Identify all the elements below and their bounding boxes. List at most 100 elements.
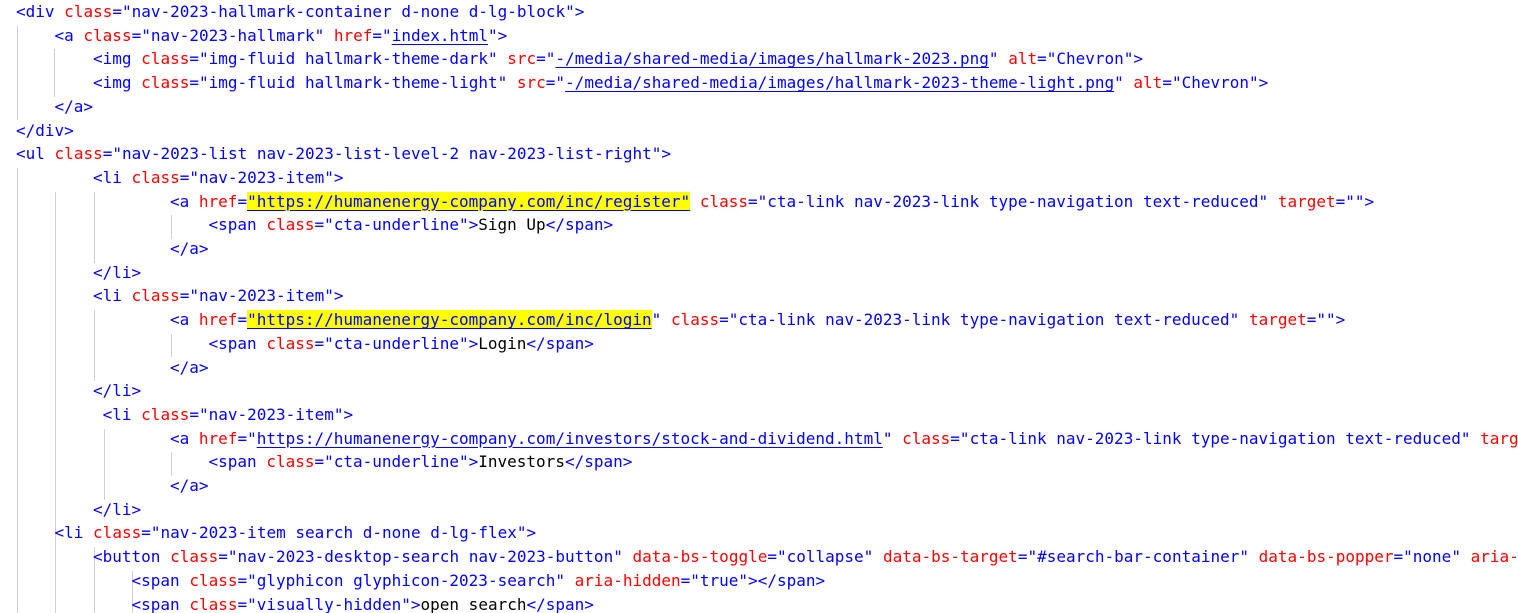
code-token-tag: ">	[324, 286, 344, 306]
code-token-hl[interactable]: "https://humanenergy-company.com/inc/log…	[247, 310, 652, 330]
code-token-tag: ="	[179, 286, 199, 306]
code-token-attr: class	[670, 310, 720, 330]
code-viewer[interactable]: <div class="nav-2023-hallmark-container …	[0, 0, 1518, 613]
code-token-tag: <img	[93, 73, 132, 93]
code-token-tag: ="	[141, 523, 161, 543]
code-line: <img class="img-fluid hallmark-theme-lig…	[93, 71, 1518, 95]
code-token-attr: class	[93, 523, 142, 543]
code-token-tag: </div>	[16, 120, 74, 140]
code-token-tag: ="	[237, 570, 257, 590]
code-token-val: cta-link nav-2023-link type-navigation t…	[767, 191, 1259, 211]
code-token-hl[interactable]: "https://humanenergy-company.com/inc/reg…	[247, 191, 691, 211]
code-token-tag: "	[863, 547, 874, 567]
code-token-tag: ="">	[1335, 191, 1375, 211]
code-token-tag: ">	[458, 215, 479, 235]
code-token-tag: "	[988, 49, 999, 69]
code-token-tag: ="	[680, 570, 700, 590]
code-token-tag: ="	[237, 428, 257, 448]
code-token-tag: ="">	[1306, 310, 1346, 330]
code-token-tag: </li>	[93, 499, 142, 519]
code-token-tag: </span>	[545, 215, 614, 235]
code-token-val: none	[1412, 547, 1452, 567]
code-token-tag: </a>	[170, 476, 209, 495]
code-line: <span class="cta-underline">Login</span>	[209, 332, 1518, 356]
code-token-tag: ="	[314, 333, 334, 353]
code-token-val: nav-2023-hallmark-container d-none d-lg-…	[131, 2, 566, 21]
code-line: <span class="cta-underline">Sign Up</spa…	[209, 213, 1518, 237]
code-token-tag: <span	[208, 333, 257, 353]
code-token-tag: ="	[372, 25, 392, 45]
code-token-tag: ="	[314, 452, 334, 472]
code-token-attr: class	[266, 215, 315, 235]
code-line: <a href="https://humanenergy-company.com…	[170, 427, 1518, 451]
code-token-tag: ="	[950, 428, 970, 448]
code-token-val: nav-2023-item	[198, 286, 325, 306]
code-token-val: #search-bar-container	[1037, 547, 1240, 567]
code-token-attr: target	[1277, 191, 1336, 211]
code-line: </li>	[93, 261, 1518, 285]
code-token-val: cta-link nav-2023-link type-navigation t…	[738, 310, 1230, 330]
code-token-tag: ="	[1393, 547, 1413, 567]
code-token-tag: ="	[189, 49, 209, 69]
code-token-tag: ="	[748, 191, 768, 211]
code-token-tag: </li>	[93, 381, 142, 401]
code-token-tag: "	[651, 310, 662, 330]
code-token-attr: aria-	[1470, 547, 1518, 567]
code-token-tag: <li	[93, 286, 122, 306]
code-token-tag: </span>	[526, 594, 594, 613]
code-token-tag: ">	[458, 333, 479, 353]
code-token-tag: ">	[565, 2, 585, 21]
code-token-tag: ="	[536, 49, 556, 69]
indent-guide	[171, 215, 172, 239]
code-token-tag: "	[1258, 191, 1269, 211]
indent-guide	[17, 167, 18, 613]
code-token-attr: data-bs-toggle	[632, 547, 768, 567]
code-token-tag: "	[497, 73, 508, 93]
code-line: <a href="https://humanenergy-company.com…	[170, 308, 1518, 332]
code-line: </a>	[170, 474, 1518, 498]
code-line: </a>	[170, 356, 1518, 380]
code-token-link[interactable]: -/media/shared-media/images/hallmark-202…	[555, 49, 988, 68]
code-token-tag: <a	[54, 25, 74, 45]
code-token-tag: ="	[1162, 73, 1182, 93]
code-token-val: nav-2023-list nav-2023-list-level-2 nav-…	[121, 144, 652, 164]
indent-guide	[54, 49, 55, 97]
code-token-val: true	[699, 570, 739, 590]
code-token-attr: class	[131, 286, 180, 306]
code-token-link[interactable]: -/media/shared-media/images/hallmark-202…	[565, 73, 1114, 92]
code-token-attr: href	[333, 25, 373, 45]
code-token-link[interactable]: index.html	[392, 26, 488, 45]
code-token-attr: class	[189, 570, 238, 590]
indent-guide	[94, 191, 95, 263]
code-token-tag: "	[613, 547, 623, 567]
code-token-tag: ="	[1037, 49, 1057, 69]
code-token-val: img-fluid hallmark-theme-dark	[208, 49, 488, 69]
code-line: </li>	[93, 379, 1518, 403]
code-token-tag: </a>	[170, 239, 209, 258]
code-token-tag: <button	[93, 547, 161, 567]
code-token-tag: ">	[516, 523, 537, 543]
code-token-tag: ="	[545, 73, 566, 93]
code-line: <ul class="nav-2023-list nav-2023-list-l…	[16, 142, 1518, 166]
code-token-tag: </a>	[54, 96, 94, 116]
code-token-link[interactable]: https://humanenergy-company.com/investor…	[257, 429, 883, 448]
code-token-attr: class	[266, 333, 315, 353]
code-token-attr: class	[141, 404, 190, 424]
indent-guide	[104, 428, 105, 500]
code-token-tag: <img	[93, 49, 132, 69]
code-token-attr: targe	[1480, 428, 1518, 448]
